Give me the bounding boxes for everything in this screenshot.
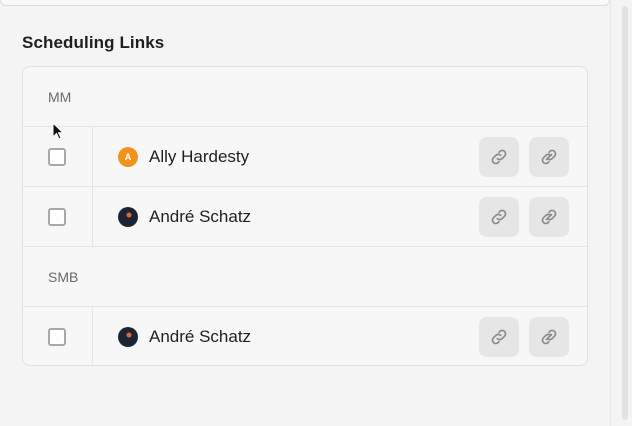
- link-icon: [491, 209, 507, 224]
- copy-link-button[interactable]: [479, 196, 519, 237]
- avatar: [118, 206, 138, 227]
- open-link-button[interactable]: [529, 136, 569, 177]
- link-arrow-icon: [541, 209, 557, 224]
- open-link-button[interactable]: [529, 317, 569, 357]
- open-link-button[interactable]: [529, 196, 569, 237]
- person-cell: A Ally Hardesty: [93, 146, 479, 167]
- page: Scheduling Links MM A Ally Hardesty Andr…: [0, 0, 632, 426]
- copy-link-button[interactable]: [479, 317, 519, 357]
- checkbox-cell: [23, 307, 93, 365]
- avatar-initial: A: [124, 151, 132, 162]
- mouse-cursor-icon: [52, 122, 65, 140]
- person-cell: André Schatz: [93, 327, 479, 347]
- scheduling-links-table: MM A Ally Hardesty André Schatz SMB Andr…: [22, 66, 588, 366]
- table-row: André Schatz: [23, 307, 587, 365]
- group-label: SMB: [48, 268, 79, 285]
- scrollbar[interactable]: [610, 0, 632, 426]
- avatar: [118, 327, 138, 347]
- link-icon: [491, 149, 507, 164]
- avatar: A: [118, 146, 138, 167]
- copy-link-button[interactable]: [479, 136, 519, 177]
- person-name: Ally Hardesty: [149, 146, 250, 166]
- row-actions: [479, 136, 587, 177]
- group-header-smb: SMB: [23, 247, 587, 307]
- section-title: Scheduling Links: [22, 33, 165, 52]
- link-arrow-icon: [541, 329, 557, 345]
- row-checkbox[interactable]: [48, 328, 66, 346]
- person-name: André Schatz: [149, 206, 252, 226]
- checkbox-cell: [23, 187, 93, 246]
- link-icon: [491, 329, 507, 345]
- person-name: André Schatz: [149, 327, 252, 346]
- row-actions: [479, 317, 587, 357]
- previous-card: [0, 0, 610, 6]
- group-header-mm: MM: [23, 67, 587, 127]
- table-row: André Schatz: [23, 187, 587, 247]
- person-cell: André Schatz: [93, 206, 479, 227]
- table-row: A Ally Hardesty: [23, 127, 587, 187]
- link-arrow-icon: [541, 149, 557, 164]
- row-checkbox[interactable]: [48, 147, 66, 166]
- row-actions: [479, 196, 587, 237]
- group-label: MM: [48, 88, 72, 105]
- scrollbar-thumb[interactable]: [622, 6, 628, 420]
- row-checkbox[interactable]: [48, 207, 66, 226]
